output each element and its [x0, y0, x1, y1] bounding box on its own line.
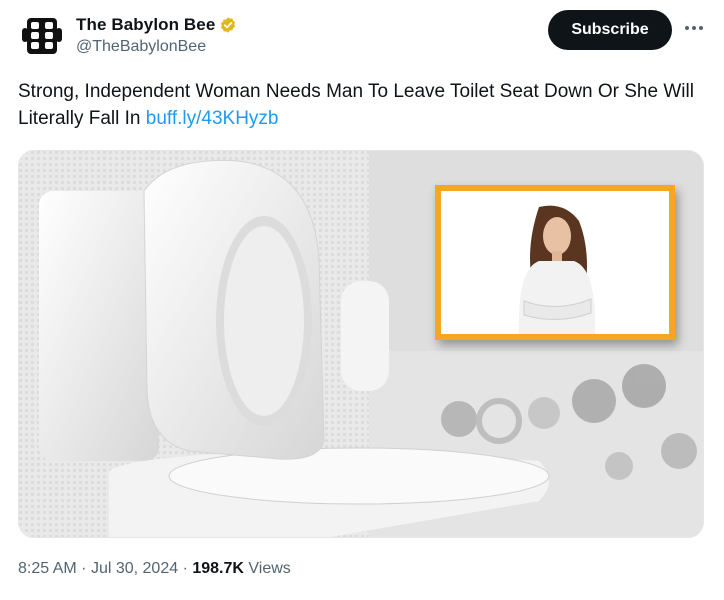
tweet-link[interactable]: buff.ly/43KHyzb — [146, 108, 279, 129]
verified-badge-icon — [221, 17, 236, 33]
handle[interactable]: @TheBabylonBee — [76, 38, 237, 56]
author-identity: The Babylon Bee @TheBabylonBee — [76, 14, 237, 56]
post-date[interactable]: Jul 30, 2024 — [91, 560, 178, 577]
meta-separator-2: · — [182, 560, 188, 577]
toilet-photo — [19, 151, 703, 537]
views-count: 198.7K — [192, 560, 244, 577]
meta-separator: · — [81, 560, 87, 577]
avatar[interactable] — [20, 14, 64, 58]
tweet-media-image[interactable] — [18, 150, 704, 538]
post-time[interactable]: 8:25 AM — [18, 560, 77, 577]
subscribe-button[interactable]: Subscribe — [548, 10, 672, 50]
tweet-body: Strong, Independent Woman Needs Man To L… — [18, 81, 694, 129]
more-options-icon[interactable] — [682, 16, 706, 40]
tweet-header: The Babylon Bee @TheBabylonBee Subscribe — [14, 10, 710, 62]
tweet-meta: 8:25 AM · Jul 30, 2024 · 198.7K Views — [18, 560, 291, 578]
tweet-text: Strong, Independent Woman Needs Man To L… — [18, 78, 698, 132]
views-label: Views — [248, 560, 291, 577]
babylon-bee-logo-icon — [22, 18, 62, 54]
display-name[interactable]: The Babylon Bee — [76, 15, 215, 35]
